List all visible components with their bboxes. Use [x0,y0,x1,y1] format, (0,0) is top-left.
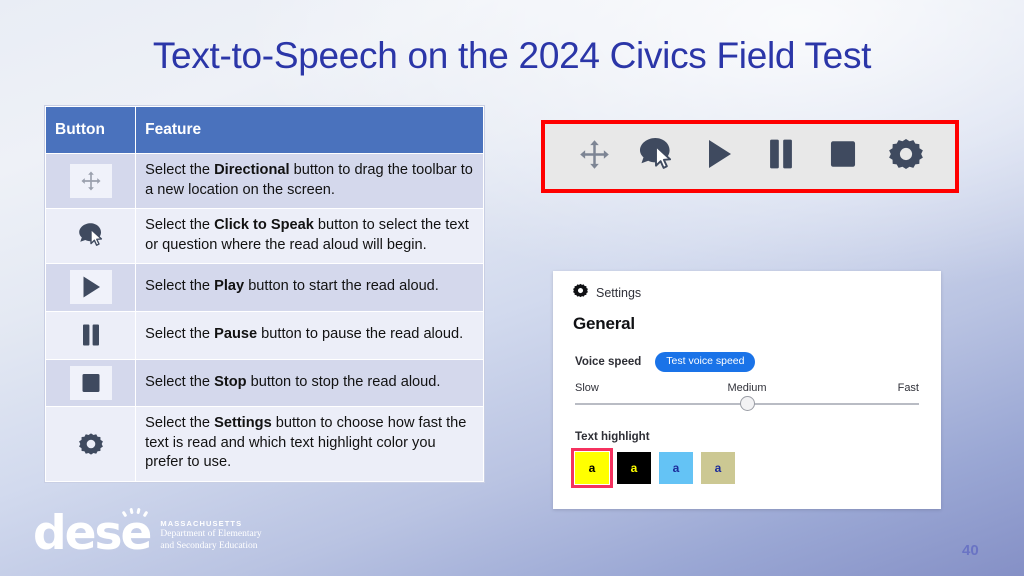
slider-tick-fast: Fast [897,381,919,394]
column-header-button: Button [44,106,137,154]
dese-logo-line3: and Secondary Education [160,540,258,551]
settings-gear-icon [70,427,112,461]
page-number: 40 [962,542,979,559]
table-row: Select the Pause button to pause the rea… [44,311,484,360]
feature-text-post: button to stop the read aloud. [246,373,441,390]
text-highlight-swatches: a a a a [571,447,921,488]
slider-tick-labels: Slow Medium Fast [575,382,919,394]
highlight-khaki-swatch[interactable]: a [701,451,735,484]
directional-icon [578,138,611,176]
feature-text-bold: Stop [214,373,247,390]
settings-section-title: General [573,314,635,333]
toolbar-play-button[interactable] [688,136,750,177]
test-voice-speed-button[interactable]: Test voice speed [655,352,756,372]
highlight-blue-swatch[interactable]: a [659,451,693,484]
feature-text-pre: Select the [145,326,215,343]
slider-tick-medium: Medium [727,381,767,394]
slider-track[interactable] [575,396,919,411]
settings-panel: Settings General Voice speed Test voice … [553,271,941,509]
toolbar-stop-button[interactable] [812,137,874,176]
click-to-speak-icon [70,218,112,252]
settings-panel-header: Settings [573,283,921,303]
settings-gear-icon [573,283,588,303]
table-row: Select the Stop button to stop the read … [44,359,484,407]
highlight-yellow-swatch[interactable]: a [571,447,613,488]
table-header: Button Feature [44,106,484,154]
toolbar-click-to-speak-button[interactable] [625,135,687,178]
cell-feature-text: Select the Settings button to choose how… [135,406,484,482]
dese-logo-line2: Department of Elementary [160,529,262,539]
feature-text-bold: Directional [214,162,290,178]
cell-feature-text: Select the Click to Speak button to sele… [135,208,484,264]
highlight-black-swatch[interactable]: a [617,451,651,484]
click-to-speak-icon [635,135,677,178]
cell-button-icon [44,208,137,264]
cell-feature-text: Select the Pause button to pause the rea… [135,311,484,360]
cell-feature-text: Select the Stop button to stop the read … [135,359,484,407]
feature-text-bold: Play [214,278,245,295]
pause-icon [70,318,112,352]
directional-icon [69,164,112,198]
dese-dots-icon [122,507,149,518]
feature-text-pre: Select the [145,415,215,431]
feature-table: Button Feature Select the Directional bu… [44,106,484,482]
text-highlight-label: Text highlight [575,430,650,443]
table-row: Select the Click to Speak button to sele… [44,208,484,264]
toolbar-settings-button[interactable] [875,137,937,176]
page-title: Text-to-Speech on the 2024 Civics Field … [152,35,872,76]
dese-wordmark: dese [33,507,152,557]
table-row: Select the Play button to start the read… [44,263,484,312]
read-aloud-toolbar [541,120,959,193]
toolbar-directional-button[interactable] [563,138,625,176]
feature-text-pre: Select the [145,162,215,178]
cell-button-icon [44,153,137,209]
slider-thumb[interactable] [739,396,755,411]
settings-gear-icon [888,137,923,176]
toolbar-pause-button[interactable] [750,136,812,177]
feature-text-pre: Select the [145,373,215,390]
stop-icon [827,137,859,176]
voice-speed-slider[interactable]: Slow Medium Fast [573,382,921,411]
feature-text-bold: Click to Speak [214,217,314,233]
feature-text-pre: Select the [145,217,215,233]
column-header-feature: Feature [135,106,484,154]
cell-button-icon [44,406,137,482]
feature-text-post: button to pause the read aloud. [257,326,464,343]
dese-logo-line1: MASSACHUSETTS [160,519,243,528]
cell-button-icon [44,263,137,312]
play-icon [703,136,735,177]
table-header-row: Button Feature [44,106,484,154]
feature-text-bold: Settings [214,415,272,431]
cell-button-icon [44,359,137,407]
slide: Text-to-Speech on the 2024 Civics Field … [0,0,1024,576]
table-row: Select the Settings button to choose how… [44,406,484,482]
voice-speed-label: Voice speed [575,355,642,368]
settings-panel-title: Settings [596,286,642,300]
feature-text-pre: Select the [145,278,215,295]
cell-feature-text: Select the Play button to start the read… [135,263,484,312]
dese-logo-text: MASSACHUSETTS Department of Elementary a… [160,519,261,556]
cell-button-icon [44,311,137,360]
feature-text-post: button to start the read aloud. [244,278,439,295]
table-row: Select the Directional button to drag th… [44,153,484,209]
dese-logo: dese MASSACHUSETTS Department of Element… [33,507,262,557]
feature-text-bold: Pause [214,326,258,343]
play-icon [69,270,112,304]
slider-tick-slow: Slow [575,381,599,394]
pause-icon [766,136,796,177]
voice-speed-row: Voice speed Test voice speed [573,352,921,372]
stop-icon [69,366,112,400]
table-body: Select the Directional button to drag th… [44,153,484,482]
cell-feature-text: Select the Directional button to drag th… [135,153,484,209]
